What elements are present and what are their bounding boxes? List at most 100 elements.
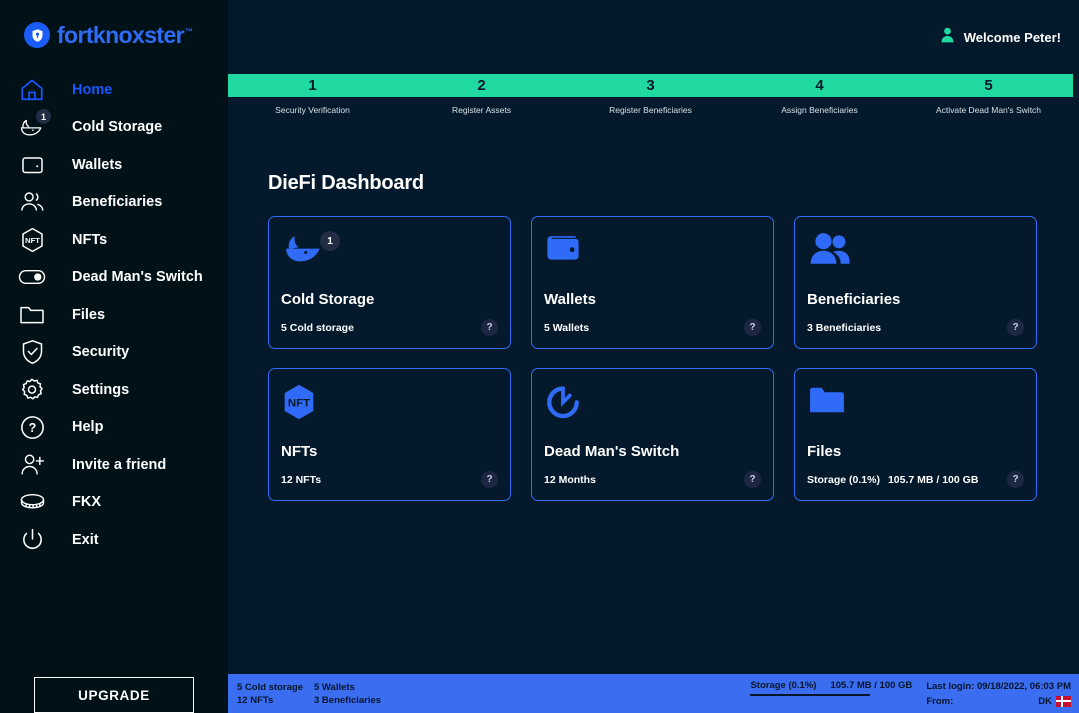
sidebar-item-beneficiaries[interactable]: Beneficiaries bbox=[0, 184, 228, 222]
welcome-message: Welcome Peter! bbox=[963, 29, 1061, 45]
status-right: Storage (0.1%) 105.7 MB / 100 GB Last lo… bbox=[750, 679, 1071, 709]
sidebar-item-invite-a-friend[interactable]: Invite a friend bbox=[0, 446, 228, 484]
svg-text:?: ? bbox=[28, 421, 36, 435]
denmark-flag-icon bbox=[1056, 695, 1071, 707]
sidebar-badge-count: 1 bbox=[36, 109, 51, 125]
card-beneficiaries[interactable]: Beneficiaries 3 Beneficiaries ? bbox=[794, 216, 1037, 349]
sidebar-item-wallets[interactable]: Wallets bbox=[0, 146, 228, 184]
status-from-label: From: bbox=[926, 695, 954, 707]
wallet-icon bbox=[14, 149, 50, 181]
step-number-4[interactable]: 4 bbox=[735, 74, 904, 97]
card-footer: 5 Wallets ? bbox=[544, 319, 761, 336]
sidebar-item-dead-mans-switch[interactable]: Dead Man's Switch bbox=[0, 259, 228, 297]
upgrade-button[interactable]: UPGRADE bbox=[34, 677, 194, 713]
svg-text:NFT: NFT bbox=[25, 236, 40, 245]
sidebar-item-home[interactable]: Home bbox=[0, 71, 228, 109]
status-country-code: DK bbox=[1038, 695, 1052, 707]
users-icon bbox=[807, 231, 867, 275]
card-wallets[interactable]: Wallets 5 Wallets ? bbox=[531, 216, 774, 349]
users-icon bbox=[14, 186, 50, 218]
user-plus-icon bbox=[14, 449, 50, 481]
help-icon[interactable]: ? bbox=[1007, 319, 1024, 336]
clock-icon bbox=[544, 383, 604, 427]
svg-text:NFT: NFT bbox=[288, 398, 310, 410]
card-title: Dead Man's Switch bbox=[544, 443, 680, 460]
card-title: NFTs bbox=[281, 443, 318, 460]
dashboard-cards-grid: 1 Cold Storage 5 Cold storage ? Wallets bbox=[268, 216, 1037, 501]
step-label-4[interactable]: Assign Beneficiaries bbox=[735, 104, 904, 117]
user-avatar-icon bbox=[940, 27, 955, 48]
trademark-symbol: ™ bbox=[185, 26, 193, 36]
card-subtitle: 3 Beneficiaries bbox=[807, 321, 882, 334]
nft-hexagon-icon: NFT bbox=[281, 383, 341, 427]
brand-logo[interactable]: fortknoxster™ bbox=[0, 0, 228, 52]
help-icon[interactable]: ? bbox=[744, 319, 761, 336]
status-cold-storage: 5 Cold storage bbox=[237, 681, 303, 693]
gear-icon bbox=[14, 374, 50, 406]
card-badge-count: 1 bbox=[320, 231, 340, 251]
help-icon[interactable]: ? bbox=[1007, 471, 1024, 488]
card-cold-storage[interactable]: 1 Cold Storage 5 Cold storage ? bbox=[268, 216, 511, 349]
sidebar-item-label: Exit bbox=[72, 531, 99, 548]
sidebar-item-label: Beneficiaries bbox=[72, 194, 163, 211]
step-label-2[interactable]: Register Assets bbox=[397, 104, 566, 117]
fortknoxster-dashboard: fortknoxster™ Home 1 Cold Storage Wallet… bbox=[0, 0, 1079, 713]
storage-progress-bar bbox=[750, 693, 871, 696]
help-icon[interactable]: ? bbox=[481, 319, 498, 336]
card-files[interactable]: Files Storage (0.1%) 105.7 MB / 100 GB ? bbox=[794, 368, 1037, 501]
card-subtitle-storage: Storage (0.1%) 105.7 MB / 100 GB bbox=[807, 474, 978, 486]
sidebar-item-label: Files bbox=[72, 306, 106, 323]
folder-icon bbox=[14, 299, 50, 331]
step-number-3[interactable]: 3 bbox=[566, 74, 735, 97]
step-label-1[interactable]: Security Verification bbox=[228, 104, 397, 117]
sidebar-item-exit[interactable]: Exit bbox=[0, 521, 228, 559]
step-number-1[interactable]: 1 bbox=[228, 74, 397, 97]
step-number-5[interactable]: 5 bbox=[904, 74, 1073, 97]
onboarding-steps-labels: Security Verification Register Assets Re… bbox=[228, 97, 1073, 117]
help-icon[interactable]: ? bbox=[481, 471, 498, 488]
card-footer: 12 NFTs ? bbox=[281, 471, 498, 488]
sidebar-item-label: Help bbox=[72, 419, 104, 436]
sidebar-item-nfts[interactable]: NFT NFTs bbox=[0, 221, 228, 259]
status-bar: 5 Cold storage 5 Wallets 12 NFTs 3 Benef… bbox=[228, 674, 1079, 713]
onboarding-steps-band: 1 2 3 4 5 bbox=[228, 74, 1073, 97]
wallet-icon bbox=[544, 231, 604, 275]
card-subtitle: 5 Cold storage bbox=[281, 321, 354, 334]
sidebar-item-fkx[interactable]: FKX bbox=[0, 484, 228, 522]
sidebar-item-label: FKX bbox=[72, 494, 101, 511]
card-footer: 5 Cold storage ? bbox=[281, 319, 498, 336]
status-summary: 5 Cold storage 5 Wallets 12 NFTs 3 Benef… bbox=[237, 682, 381, 706]
status-beneficiaries: 3 Beneficiaries bbox=[314, 694, 382, 706]
brand-name: fortknoxster™ bbox=[57, 21, 193, 48]
sidebar-item-files[interactable]: Files bbox=[0, 296, 228, 334]
card-title: Beneficiaries bbox=[807, 291, 901, 308]
sidebar-item-cold-storage[interactable]: 1 Cold Storage bbox=[0, 109, 228, 147]
card-footer: Storage (0.1%) 105.7 MB / 100 GB ? bbox=[807, 471, 1024, 488]
help-icon[interactable]: ? bbox=[744, 471, 761, 488]
sidebar-item-label: Dead Man's Switch bbox=[72, 269, 203, 286]
step-number-2[interactable]: 2 bbox=[397, 74, 566, 97]
card-subtitle: 5 Wallets bbox=[544, 321, 590, 334]
sidebar-item-label: Cold Storage bbox=[72, 119, 163, 136]
step-label-3[interactable]: Register Beneficiaries bbox=[566, 104, 735, 117]
sidebar: fortknoxster™ Home 1 Cold Storage Wallet… bbox=[0, 0, 228, 713]
shield-check-icon bbox=[14, 336, 50, 368]
user-menu[interactable]: Welcome Peter! bbox=[940, 27, 1061, 48]
status-storage-line: Storage (0.1%) 105.7 MB / 100 GB bbox=[750, 680, 912, 691]
upgrade-section: UPGRADE bbox=[0, 677, 228, 713]
card-dead-mans-switch[interactable]: Dead Man's Switch 12 Months ? bbox=[531, 368, 774, 501]
home-icon bbox=[14, 74, 50, 106]
sidebar-item-help[interactable]: ? Help bbox=[0, 409, 228, 447]
page-title: DieFi Dashboard bbox=[268, 172, 424, 194]
card-subtitle: 12 NFTs bbox=[281, 473, 322, 486]
storage-value: 105.7 MB / 100 GB bbox=[887, 473, 979, 486]
status-wallets: 5 Wallets bbox=[314, 681, 355, 693]
sidebar-item-security[interactable]: Security bbox=[0, 334, 228, 372]
step-label-5[interactable]: Activate Dead Man's Switch bbox=[904, 104, 1073, 117]
card-subtitle: 12 Months bbox=[544, 473, 596, 486]
status-storage-value: 105.7 MB / 100 GB bbox=[830, 679, 913, 691]
sidebar-item-settings[interactable]: Settings bbox=[0, 371, 228, 409]
card-title: Wallets bbox=[544, 291, 596, 308]
sidebar-item-label: Invite a friend bbox=[72, 456, 167, 473]
card-nfts[interactable]: NFT NFTs 12 NFTs ? bbox=[268, 368, 511, 501]
